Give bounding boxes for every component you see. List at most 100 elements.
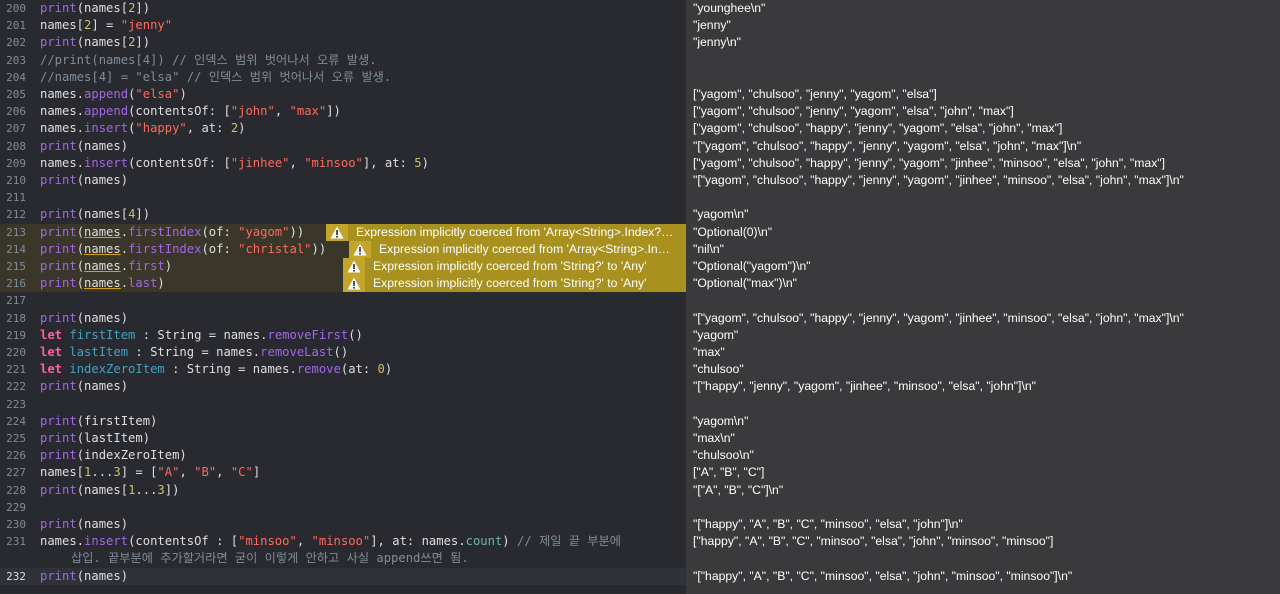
code-token: names[ [40,465,85,480]
code-token: print [40,517,77,531]
code-line-232[interactable]: 232 print(names) [0,567,686,585]
code-line-228[interactable]: 228 print(names[1...3]) [0,482,686,499]
code-line-205[interactable]: 205 names.append("elsa") [0,86,686,103]
result-value[interactable]: ["happy", "A", "B", "C", "minsoo", "elsa… [693,533,1053,550]
result-value[interactable]: "Optional("max")\n" [693,275,797,292]
code-line-222[interactable]: 222 print(names) [0,378,686,395]
code-line-212[interactable]: 212 print(names[4]) [0,206,686,223]
code-text: names.append(contentsOf: ["john", "max"]… [40,103,341,120]
result-value[interactable]: "yagom\n" [693,206,748,223]
line-number: 230 [6,518,26,531]
code-line-226[interactable]: 226 print(indexZeroItem) [0,447,686,464]
code-token: ) [164,259,173,273]
code-text: print(firstItem) [40,413,157,430]
code-line-206[interactable]: 206 names.append(contentsOf: ["john", "ma… [0,103,686,120]
result-value[interactable]: ["A", "B", "C"] [693,464,764,481]
result-value[interactable]: "["yagom", "chulsoo", "happy", "jenny", … [693,172,1184,189]
code-token: print [40,310,77,325]
code-line-201[interactable]: 201 names[2] = "jenny" [0,17,686,34]
code-line-202[interactable]: 202 print(names[2]) [0,34,686,51]
code-token: names. [40,534,85,549]
result-value[interactable]: "yagom\n" [693,413,748,430]
code-line-209[interactable]: 209 names.insert(contentsOf: ["jinhee", "… [0,155,686,172]
code-text: let firstItem : String = names.removeFir… [40,327,363,344]
result-value[interactable]: "max" [693,344,725,361]
warning-triangle-icon [326,223,348,241]
code-token: 5 [414,155,422,170]
warning-triangle-icon [343,258,365,275]
result-value[interactable]: "["A", "B", "C"]\n" [693,482,783,499]
result-value[interactable]: ["yagom", "chulsoo", "happy", "jenny", "… [693,155,1165,172]
code-text: names.insert(contentsOf : ["minsoo", "mi… [40,533,621,550]
code-line-218[interactable]: 218 print(names) [0,310,686,327]
result-value[interactable]: "["yagom", "chulsoo", "happy", "jenny", … [693,310,1184,327]
code-token: "happy" [135,121,187,136]
code-line-217[interactable]: 217 [0,292,686,309]
result-value[interactable]: "jenny\n" [693,34,741,51]
code-line-225[interactable]: 225 print(lastItem) [0,430,686,447]
result-value[interactable]: ["yagom", "chulsoo", "jenny", "yagom", "… [693,103,1014,120]
code-token: "minsoo" [304,155,363,170]
result-value[interactable]: "jenny" [693,17,731,34]
code-token: removeFirst [267,327,349,342]
code-line-204[interactable]: 204 //names[4] = "elsa" // 인덱스 범위 벗어나서 오류… [0,69,686,86]
code-token: , [216,465,231,480]
code-line-220[interactable]: 220 let lastItem : String = names.removeL… [0,344,686,361]
line-number: 228 [6,483,26,497]
warning-badge[interactable]: Expression implicitly coerced from 'Arra… [349,240,686,258]
code-token: (names) [76,568,129,583]
code-line-wrap[interactable]: 삽입. 끝부분에 추가할거라면 굳이 이렇게 안하고 사실 append쓰면 됨… [0,550,686,567]
result-value[interactable]: "chulsoo\n" [693,447,754,464]
result-value[interactable]: ["yagom", "chulsoo", "happy", "jenny", "… [693,120,1062,137]
warning-badge[interactable]: Expression implicitly coerced from 'Stri… [343,258,686,275]
code-token: , [289,155,305,170]
code-line-219[interactable]: 219 let firstItem : String = names.remove… [0,327,686,344]
code-token: names[ [40,18,85,33]
warning-badge[interactable]: Expression implicitly coerced from 'Arra… [326,223,686,241]
result-value[interactable]: "max\n" [693,430,735,447]
code-line-211[interactable]: 211 [0,189,686,206]
code-line-210[interactable]: 210 print(names) [0,172,686,189]
line-number: 223 [6,397,26,411]
result-value[interactable]: "Optional(0)\n" [693,224,772,241]
result-value[interactable]: "Optional("yagom")\n" [693,258,811,275]
result-value[interactable]: "nil\n" [693,241,724,258]
line-number: 205 [6,88,26,101]
code-line-224[interactable]: 224 print(firstItem) [0,413,686,430]
code-token: "yagom" [238,224,290,239]
code-editor[interactable]: 200 print(names[2]) 201 names[2] = "jenny" 2… [0,0,686,594]
line-number: 216 [6,277,26,291]
code-token: () [348,327,363,342]
result-value[interactable]: "younghee\n" [693,0,765,17]
result-value[interactable]: ["yagom", "chulsoo", "jenny", "yagom", "… [693,86,937,103]
code-token: (contentsOf: [ [128,155,231,170]
warning-badge[interactable]: Expression implicitly coerced from 'Stri… [343,275,686,293]
code-line-229[interactable]: 229 [0,499,686,516]
code-line-227[interactable]: 227 names[1...3] = ["A", "B", "C"] [0,464,686,481]
result-value[interactable]: "["happy", "jenny", "yagom", "jinhee", "… [693,378,1036,395]
code-line-208[interactable]: 208 print(names) [0,138,686,155]
code-token: . [120,224,129,239]
code-token: append [84,87,129,101]
code-token: names [84,224,121,239]
warning-message: Expression implicitly coerced from 'Arra… [379,241,670,256]
result-value[interactable]: "["happy", "A", "B", "C", "minsoo", "els… [693,516,963,533]
result-value[interactable]: "["happy", "A", "B", "C", "minsoo", "els… [693,568,1072,585]
code-line-207[interactable]: 207 names.insert("happy", at: 2) [0,120,686,137]
code-token: "minsoo" [311,534,371,549]
code-line-203[interactable]: 203 //print(names[4]) // 인덱스 범위 벗어나서 오류 발… [0,52,686,69]
code-line-223[interactable]: 223 [0,396,686,413]
code-line-200[interactable]: 200 print(names[2]) [0,0,686,17]
code-token: (of: [201,241,239,256]
result-value[interactable]: "chulsoo" [693,361,744,378]
code-line-230[interactable]: 230 print(names) [0,516,686,533]
code-text: let lastItem : String = names.removeLast… [40,344,348,361]
code-token: print [40,259,77,273]
result-value[interactable]: "yagom" [693,327,738,344]
code-line-231[interactable]: 231 names.insert(contentsOf : ["minsoo", … [0,533,686,550]
code-token: ( [76,276,85,291]
result-value[interactable]: "["yagom", "chulsoo", "happy", "jenny", … [693,138,1081,155]
code-token: names. [40,121,85,136]
code-token: insert [84,155,129,170]
code-line-221[interactable]: 221 let indexZeroItem : String = names.re… [0,361,686,378]
